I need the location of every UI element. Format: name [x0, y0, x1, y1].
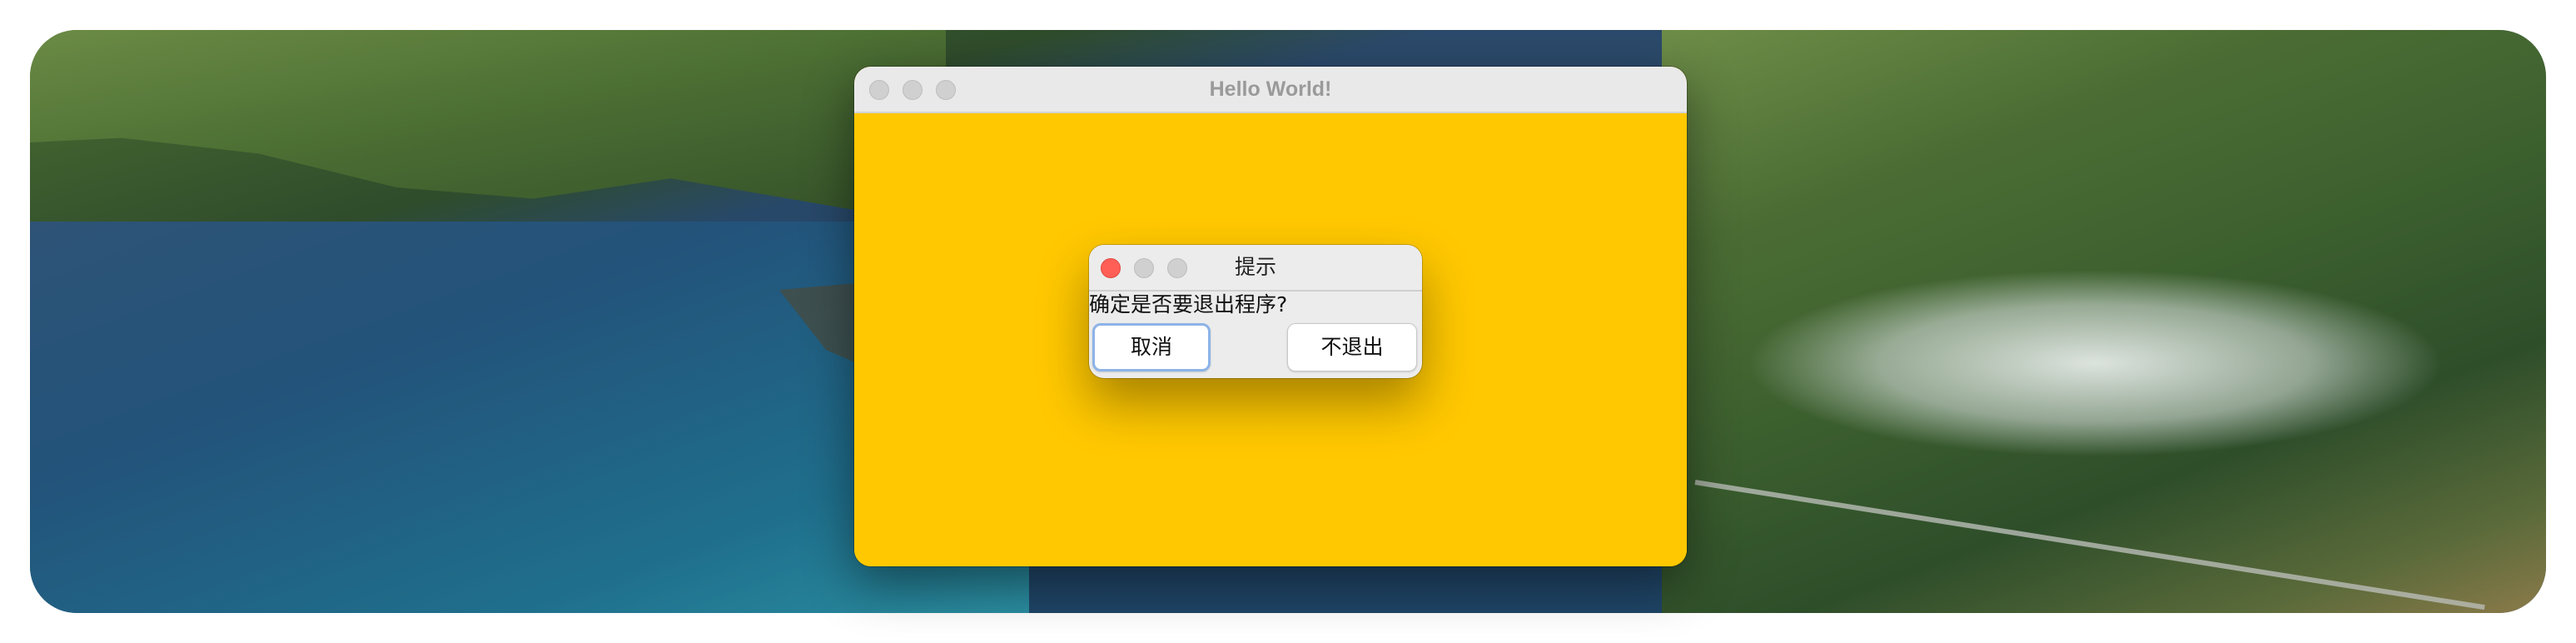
confirm-dialog: 提示 确定是否要退出程序? 取消 不退出 — [1089, 245, 1422, 378]
wallpaper-fog — [1695, 238, 2544, 488]
dialog-title: 提示 — [1234, 255, 1276, 279]
no-quit-button[interactable]: 不退出 — [1287, 323, 1417, 371]
dialog-message: 确定是否要退出程序? — [1089, 292, 1288, 317]
cancel-button[interactable]: 取消 — [1092, 323, 1211, 371]
main-window-titlebar[interactable]: Hello World! — [854, 67, 1687, 113]
main-window-title: Hello World! — [1209, 77, 1332, 101]
dialog-titlebar[interactable]: 提示 — [1089, 245, 1422, 292]
